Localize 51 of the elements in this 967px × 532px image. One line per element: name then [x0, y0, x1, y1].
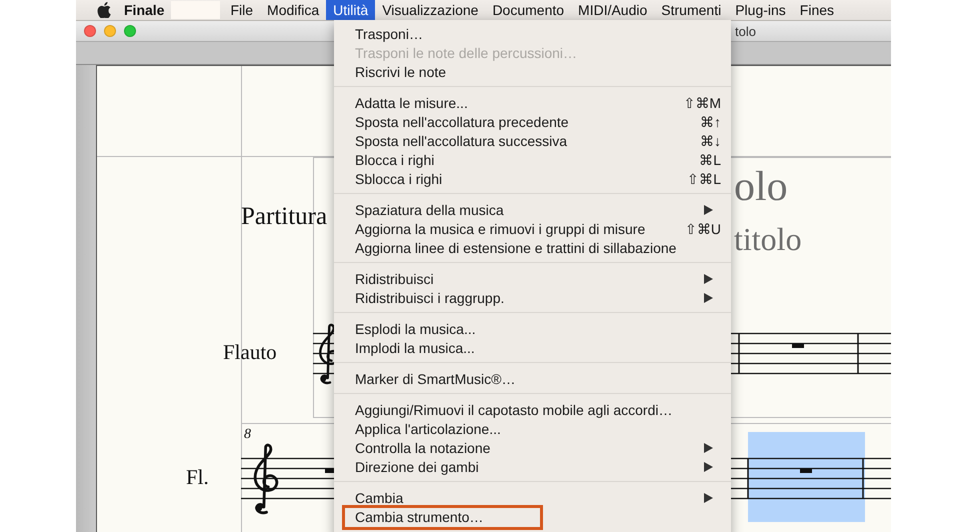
menu-item[interactable]: Marker di SmartMusic®…	[334, 369, 731, 388]
close-button[interactable]	[84, 25, 96, 37]
minimize-button[interactable]	[104, 25, 116, 37]
score-title: olo	[734, 166, 788, 208]
menu-item[interactable]: Cambia	[334, 488, 731, 507]
menu-bar-item[interactable]: Strumenti	[654, 0, 728, 20]
menu-bar-item[interactable]: MIDI/Audio	[571, 0, 654, 20]
menu-item[interactable]: Trasponi…	[334, 24, 731, 43]
menu-item[interactable]: Applica l'articolazione...	[334, 419, 731, 438]
menu-bar-item[interactable]: Documento	[485, 0, 572, 20]
menu-item[interactable]: Direzione dei gambi	[334, 457, 731, 476]
menu-bar-item[interactable]: Plug-ins	[728, 0, 793, 20]
menu-item[interactable]: Controlla la notazione	[334, 438, 731, 457]
shortcut-label: ⇧⌘M	[683, 94, 721, 110]
menu-bar-item[interactable]: Modifica	[260, 0, 326, 20]
zoom-button[interactable]	[124, 25, 136, 37]
shortcut-label: ⇧⌘U	[684, 220, 721, 236]
submenu-arrow-icon	[704, 204, 713, 214]
submenu-arrow-icon	[704, 492, 713, 502]
redacted-area	[171, 1, 220, 19]
menu-item[interactable]: Aggiungi/Rimuovi il capotasto mobile agli accordi…	[334, 400, 731, 419]
menu-bar-item[interactable]: File	[223, 0, 260, 20]
window-title: tolo	[735, 24, 756, 39]
menu-item[interactable]: Cambia strumento…	[334, 507, 731, 526]
menu-item[interactable]: Sblocca i righi ⇧⌘L	[334, 169, 731, 188]
menu-item[interactable]: Aggiorna linee di estensione e trattini di sillabazione	[334, 238, 731, 257]
shortcut-label: ⌘↑	[700, 114, 721, 130]
measure-number: 8	[244, 428, 251, 442]
apple-icon[interactable]	[97, 2, 111, 18]
staff-name: Flauto	[223, 342, 277, 363]
shortcut-label: ⌘↓	[700, 132, 721, 148]
part-label: Partitura	[241, 204, 328, 229]
menu-bar-item[interactable]: Fines	[792, 0, 842, 20]
menu-item[interactable]: Sposta nell'accollatura successiva ⌘↓	[334, 131, 731, 150]
menu-item[interactable]: Spaziatura della musica	[334, 200, 731, 219]
menu-item[interactable]: Ridistribuisci	[334, 269, 731, 288]
app-menu[interactable]: Finale	[124, 2, 168, 18]
menu-item[interactable]: Sposta nell'accollatura precedente ⌘↑	[334, 112, 731, 131]
menu-bar-item[interactable]: Visualizzazione	[375, 0, 486, 20]
shortcut-label: ⌘L	[699, 152, 721, 168]
menu-bar-item[interactable]: Utilità	[326, 0, 376, 20]
menu-item[interactable]: Blocca i righi ⌘L	[334, 150, 731, 169]
menu-item[interactable]: Implodi la musica...	[334, 338, 731, 357]
menu-item[interactable]: Adatta le misure... ⇧⌘M	[334, 93, 731, 112]
menu-item[interactable]: Riscrivi le note	[334, 62, 731, 81]
score-subtitle: titolo	[734, 223, 802, 255]
menu-item[interactable]: Ridistribuisci i raggrupp.	[334, 288, 731, 307]
shortcut-label: ⇧⌘L	[687, 170, 721, 186]
menu-item[interactable]: Aggiorna la musica e rimuovi i gruppi di misure ⇧⌘U	[334, 219, 731, 238]
menu-item[interactable]: Esplodi la musica...	[334, 319, 731, 338]
staff-name: Fl.	[186, 467, 209, 488]
